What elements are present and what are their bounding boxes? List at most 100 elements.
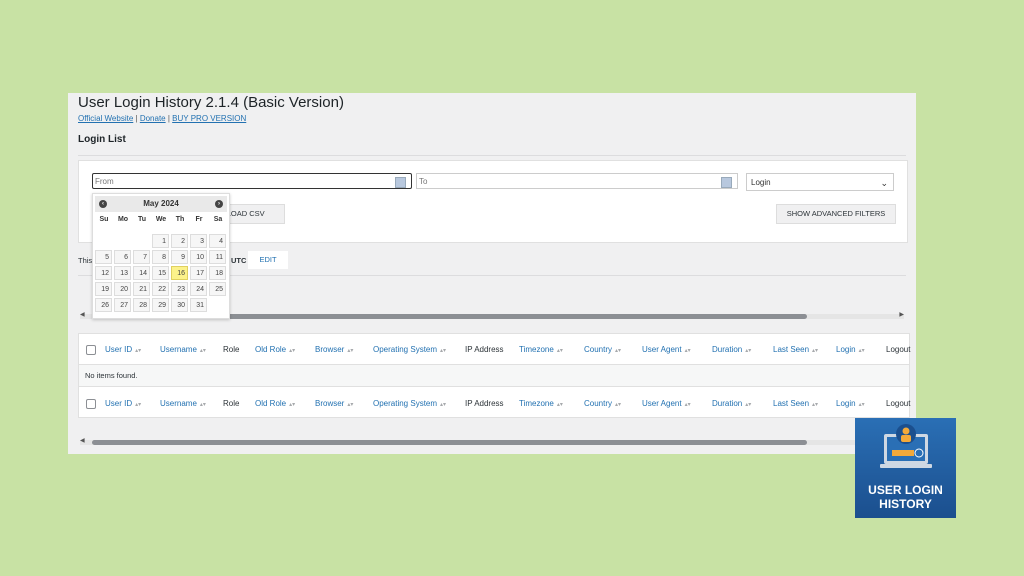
sort-icon[interactable]: ▴▾ — [200, 348, 206, 354]
calendar-day[interactable]: 22 — [152, 282, 169, 296]
column-header[interactable]: Login ▴▾ — [836, 345, 865, 354]
column-header[interactable]: Duration ▴▾ — [712, 399, 751, 408]
calendar-day[interactable]: 4 — [209, 234, 226, 248]
column-header[interactable]: Logout — [886, 399, 910, 408]
calendar-day[interactable]: 27 — [114, 298, 131, 312]
sort-icon[interactable]: ▴▾ — [685, 402, 691, 408]
calendar-day[interactable]: 19 — [95, 282, 112, 296]
calendar-day[interactable]: 7 — [133, 250, 150, 264]
sort-icon[interactable]: ▴▾ — [440, 348, 446, 354]
calendar-icon[interactable] — [395, 177, 406, 188]
scroll-left-icon[interactable]: ◀ — [80, 437, 85, 444]
sort-icon[interactable]: ▴▾ — [347, 348, 353, 354]
sort-icon[interactable]: ▴▾ — [812, 348, 818, 354]
calendar-day[interactable]: 18 — [209, 266, 226, 280]
sort-icon[interactable]: ▴▾ — [859, 402, 865, 408]
column-header[interactable]: Last Seen ▴▾ — [773, 399, 818, 408]
sort-icon[interactable]: ▴▾ — [135, 402, 141, 408]
calendar-day[interactable]: 30 — [171, 298, 188, 312]
calendar-day[interactable]: 23 — [171, 282, 188, 296]
calendar-day[interactable]: 21 — [133, 282, 150, 296]
scrollbar-thumb[interactable] — [92, 440, 807, 445]
column-header[interactable]: IP Address — [465, 345, 504, 354]
calendar-icon[interactable] — [721, 177, 732, 188]
column-header[interactable]: IP Address — [465, 399, 504, 408]
column-header[interactable]: Username ▴▾ — [160, 399, 206, 408]
calendar-day[interactable]: 10 — [190, 250, 207, 264]
calendar-day[interactable]: 31 — [190, 298, 207, 312]
calendar-day[interactable]: 9 — [171, 250, 188, 264]
column-header[interactable]: Country ▴▾ — [584, 399, 621, 408]
prev-month-icon[interactable]: ‹ — [99, 200, 107, 208]
sort-icon[interactable]: ▴▾ — [289, 348, 295, 354]
column-header[interactable]: Browser ▴▾ — [315, 399, 353, 408]
sort-icon[interactable]: ▴▾ — [859, 348, 865, 354]
from-date-input[interactable]: From — [92, 173, 412, 189]
scroll-right-icon[interactable]: ▶ — [899, 311, 904, 318]
column-header[interactable]: Timezone ▴▾ — [519, 399, 563, 408]
column-header[interactable]: Login ▴▾ — [836, 399, 865, 408]
calendar-day[interactable]: 28 — [133, 298, 150, 312]
buy-pro-link[interactable]: BUY PRO VERSION — [172, 114, 246, 123]
column-header[interactable]: Old Role ▴▾ — [255, 345, 295, 354]
column-header[interactable]: Country ▴▾ — [584, 345, 621, 354]
calendar-day[interactable]: 20 — [114, 282, 131, 296]
sort-icon[interactable]: ▴▾ — [812, 402, 818, 408]
calendar-day[interactable]: 5 — [95, 250, 112, 264]
column-header[interactable]: User Agent ▴▾ — [642, 399, 691, 408]
column-header[interactable]: User ID ▴▾ — [105, 345, 141, 354]
calendar-day[interactable]: 8 — [152, 250, 169, 264]
sort-icon[interactable]: ▴▾ — [440, 402, 446, 408]
calendar-day[interactable]: 13 — [114, 266, 131, 280]
sort-icon[interactable]: ▴▾ — [557, 348, 563, 354]
scroll-left-icon[interactable]: ◀ — [80, 311, 85, 318]
calendar-day[interactable]: 6 — [114, 250, 131, 264]
show-advanced-filters-button[interactable]: SHOW ADVANCED FILTERS — [776, 204, 896, 224]
official-website-link[interactable]: Official Website — [78, 114, 133, 123]
column-header[interactable]: User ID ▴▾ — [105, 399, 141, 408]
sort-icon[interactable]: ▴▾ — [135, 348, 141, 354]
calendar-day[interactable]: 15 — [152, 266, 169, 280]
calendar-day[interactable]: 14 — [133, 266, 150, 280]
calendar-day[interactable]: 3 — [190, 234, 207, 248]
column-header[interactable]: Browser ▴▾ — [315, 345, 353, 354]
column-header[interactable]: Last Seen ▴▾ — [773, 345, 818, 354]
calendar-day[interactable]: 29 — [152, 298, 169, 312]
calendar-day[interactable]: 16 — [171, 266, 188, 280]
column-header[interactable]: Role — [223, 345, 239, 354]
calendar-day[interactable]: 26 — [95, 298, 112, 312]
next-month-icon[interactable]: › — [215, 200, 223, 208]
select-all-checkbox[interactable] — [86, 345, 96, 355]
sort-icon[interactable]: ▴▾ — [615, 348, 621, 354]
column-header[interactable]: Old Role ▴▾ — [255, 399, 295, 408]
column-header[interactable]: Username ▴▾ — [160, 345, 206, 354]
sort-icon[interactable]: ▴▾ — [745, 348, 751, 354]
sort-icon[interactable]: ▴▾ — [745, 402, 751, 408]
column-header[interactable]: Role — [223, 399, 239, 408]
column-header[interactable]: Duration ▴▾ — [712, 345, 751, 354]
horizontal-scrollbar[interactable]: ◀ — [80, 437, 904, 445]
to-date-input[interactable]: To — [416, 173, 738, 189]
calendar-day[interactable]: 11 — [209, 250, 226, 264]
sort-icon[interactable]: ▴▾ — [685, 348, 691, 354]
calendar-day[interactable]: 1 — [152, 234, 169, 248]
sort-icon[interactable]: ▴▾ — [557, 402, 563, 408]
column-header[interactable]: Operating System ▴▾ — [373, 345, 446, 354]
column-header[interactable]: Operating System ▴▾ — [373, 399, 446, 408]
select-all-checkbox[interactable] — [86, 399, 96, 409]
column-header[interactable]: Logout — [886, 345, 910, 354]
edit-timezone-button[interactable]: EDIT — [248, 251, 288, 269]
calendar-day[interactable]: 12 — [95, 266, 112, 280]
calendar-day[interactable]: 25 — [209, 282, 226, 296]
calendar-day[interactable]: 24 — [190, 282, 207, 296]
calendar-day[interactable]: 17 — [190, 266, 207, 280]
sort-icon[interactable]: ▴▾ — [289, 402, 295, 408]
column-header[interactable]: Timezone ▴▾ — [519, 345, 563, 354]
donate-link[interactable]: Donate — [140, 114, 166, 123]
sort-icon[interactable]: ▴▾ — [200, 402, 206, 408]
calendar-day[interactable]: 2 — [171, 234, 188, 248]
sort-icon[interactable]: ▴▾ — [347, 402, 353, 408]
column-header[interactable]: User Agent ▴▾ — [642, 345, 691, 354]
type-select[interactable]: Login ⌄ — [746, 173, 894, 191]
sort-icon[interactable]: ▴▾ — [615, 402, 621, 408]
